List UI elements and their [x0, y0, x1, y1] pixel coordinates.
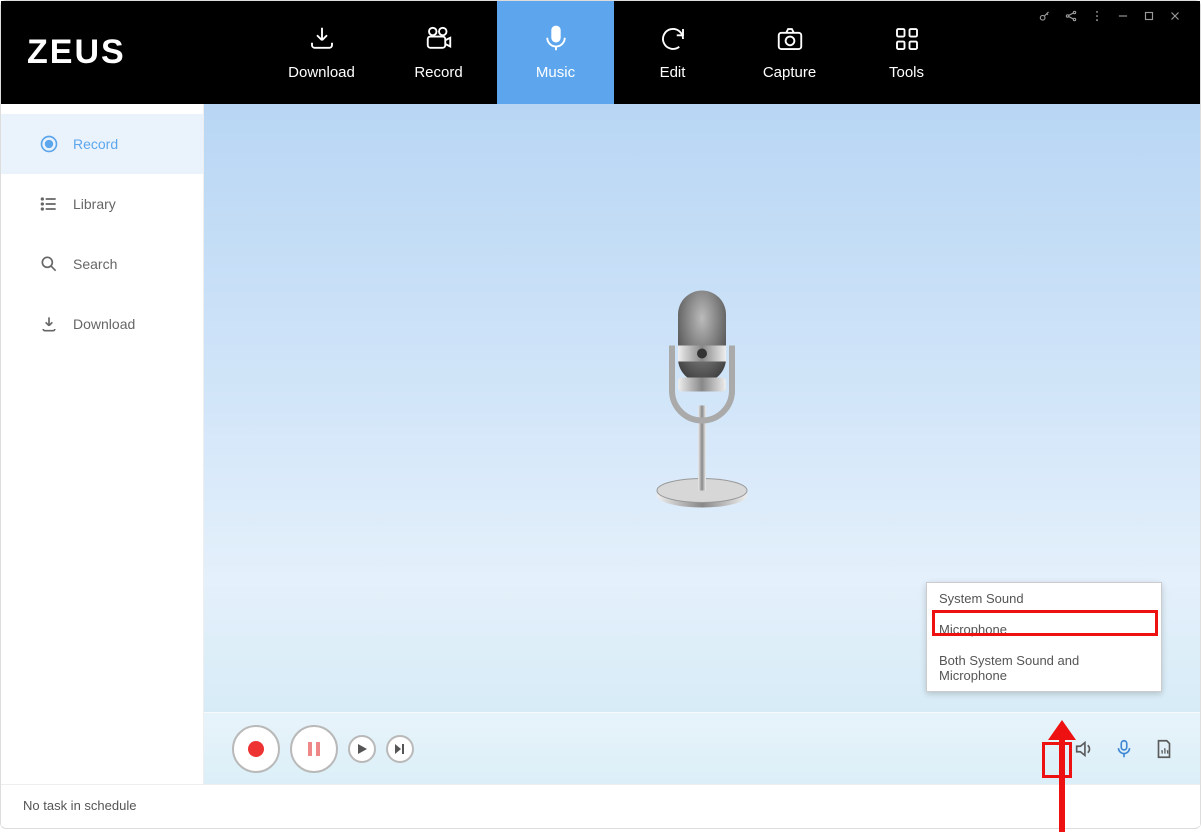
- audio-source-menu: System Sound Microphone Both System Soun…: [926, 582, 1162, 692]
- nav-capture[interactable]: Capture: [731, 1, 848, 104]
- nav-label: Tools: [889, 64, 924, 81]
- play-icon: [357, 744, 367, 754]
- close-button[interactable]: [1168, 9, 1182, 26]
- nav-download[interactable]: Download: [263, 1, 380, 104]
- window-controls: [1038, 9, 1182, 26]
- nav-label: Download: [288, 64, 355, 81]
- menu-dots-icon[interactable]: [1090, 9, 1104, 26]
- record-button[interactable]: [232, 725, 280, 773]
- cycle-icon: [658, 24, 688, 54]
- sidebar-item-search[interactable]: Search: [1, 234, 203, 294]
- camcorder-icon: [424, 24, 454, 54]
- source-option-system[interactable]: System Sound: [927, 583, 1161, 614]
- source-option-mic[interactable]: Microphone: [927, 614, 1161, 645]
- nav-label: Edit: [660, 64, 686, 81]
- nav-label: Music: [536, 64, 575, 81]
- sidebar-item-download[interactable]: Download: [1, 294, 203, 354]
- next-icon: [395, 744, 405, 754]
- sidebar-label: Library: [73, 196, 116, 212]
- radio-icon: [39, 134, 59, 154]
- app-logo: ZEUS: [1, 1, 263, 104]
- nav-label: Record: [414, 64, 462, 81]
- source-option-both[interactable]: Both System Sound and Microphone: [927, 645, 1161, 691]
- main-area: System Sound Microphone Both System Soun…: [204, 104, 1200, 784]
- nav-tools[interactable]: Tools: [848, 1, 965, 104]
- audio-source-button[interactable]: [1110, 735, 1138, 763]
- play-button[interactable]: [348, 735, 376, 763]
- sidebar: Record Library Search Download: [1, 104, 204, 784]
- body: Record Library Search Download: [1, 104, 1200, 784]
- nav-music[interactable]: Music: [497, 1, 614, 104]
- pause-icon: [306, 741, 322, 757]
- file-audio-icon: [1153, 738, 1175, 760]
- nav-edit[interactable]: Edit: [614, 1, 731, 104]
- status-bar: No task in schedule: [1, 784, 1200, 826]
- download-icon: [307, 24, 337, 54]
- speaker-icon: [1073, 738, 1095, 760]
- mic-source-icon: [1113, 738, 1135, 760]
- key-icon[interactable]: [1038, 9, 1052, 26]
- sidebar-label: Search: [73, 256, 117, 272]
- volume-button[interactable]: [1070, 735, 1098, 763]
- list-icon: [39, 194, 59, 214]
- download2-icon: [39, 314, 59, 334]
- sidebar-item-library[interactable]: Library: [1, 174, 203, 234]
- settings-button[interactable]: [1150, 735, 1178, 763]
- microphone-icon: [541, 24, 571, 54]
- grid-icon: [892, 24, 922, 54]
- sidebar-label: Record: [73, 136, 118, 152]
- right-icons: [1070, 735, 1178, 763]
- microphone-illustration: [642, 286, 762, 521]
- minimize-button[interactable]: [1116, 9, 1130, 26]
- topbar: ZEUS Download Record Music Edit Capture …: [1, 1, 1200, 104]
- pause-button[interactable]: [290, 725, 338, 773]
- record-icon: [247, 740, 265, 758]
- status-text: No task in schedule: [23, 798, 136, 813]
- control-bar: [204, 712, 1200, 784]
- sidebar-label: Download: [73, 316, 135, 332]
- maximize-button[interactable]: [1142, 9, 1156, 26]
- nav-record[interactable]: Record: [380, 1, 497, 104]
- sidebar-item-record[interactable]: Record: [1, 114, 203, 174]
- search-icon: [39, 254, 59, 274]
- nav-tabs: Download Record Music Edit Capture Tools: [263, 1, 965, 104]
- next-button[interactable]: [386, 735, 414, 763]
- camera-icon: [775, 24, 805, 54]
- share-icon[interactable]: [1064, 9, 1078, 26]
- nav-label: Capture: [763, 64, 816, 81]
